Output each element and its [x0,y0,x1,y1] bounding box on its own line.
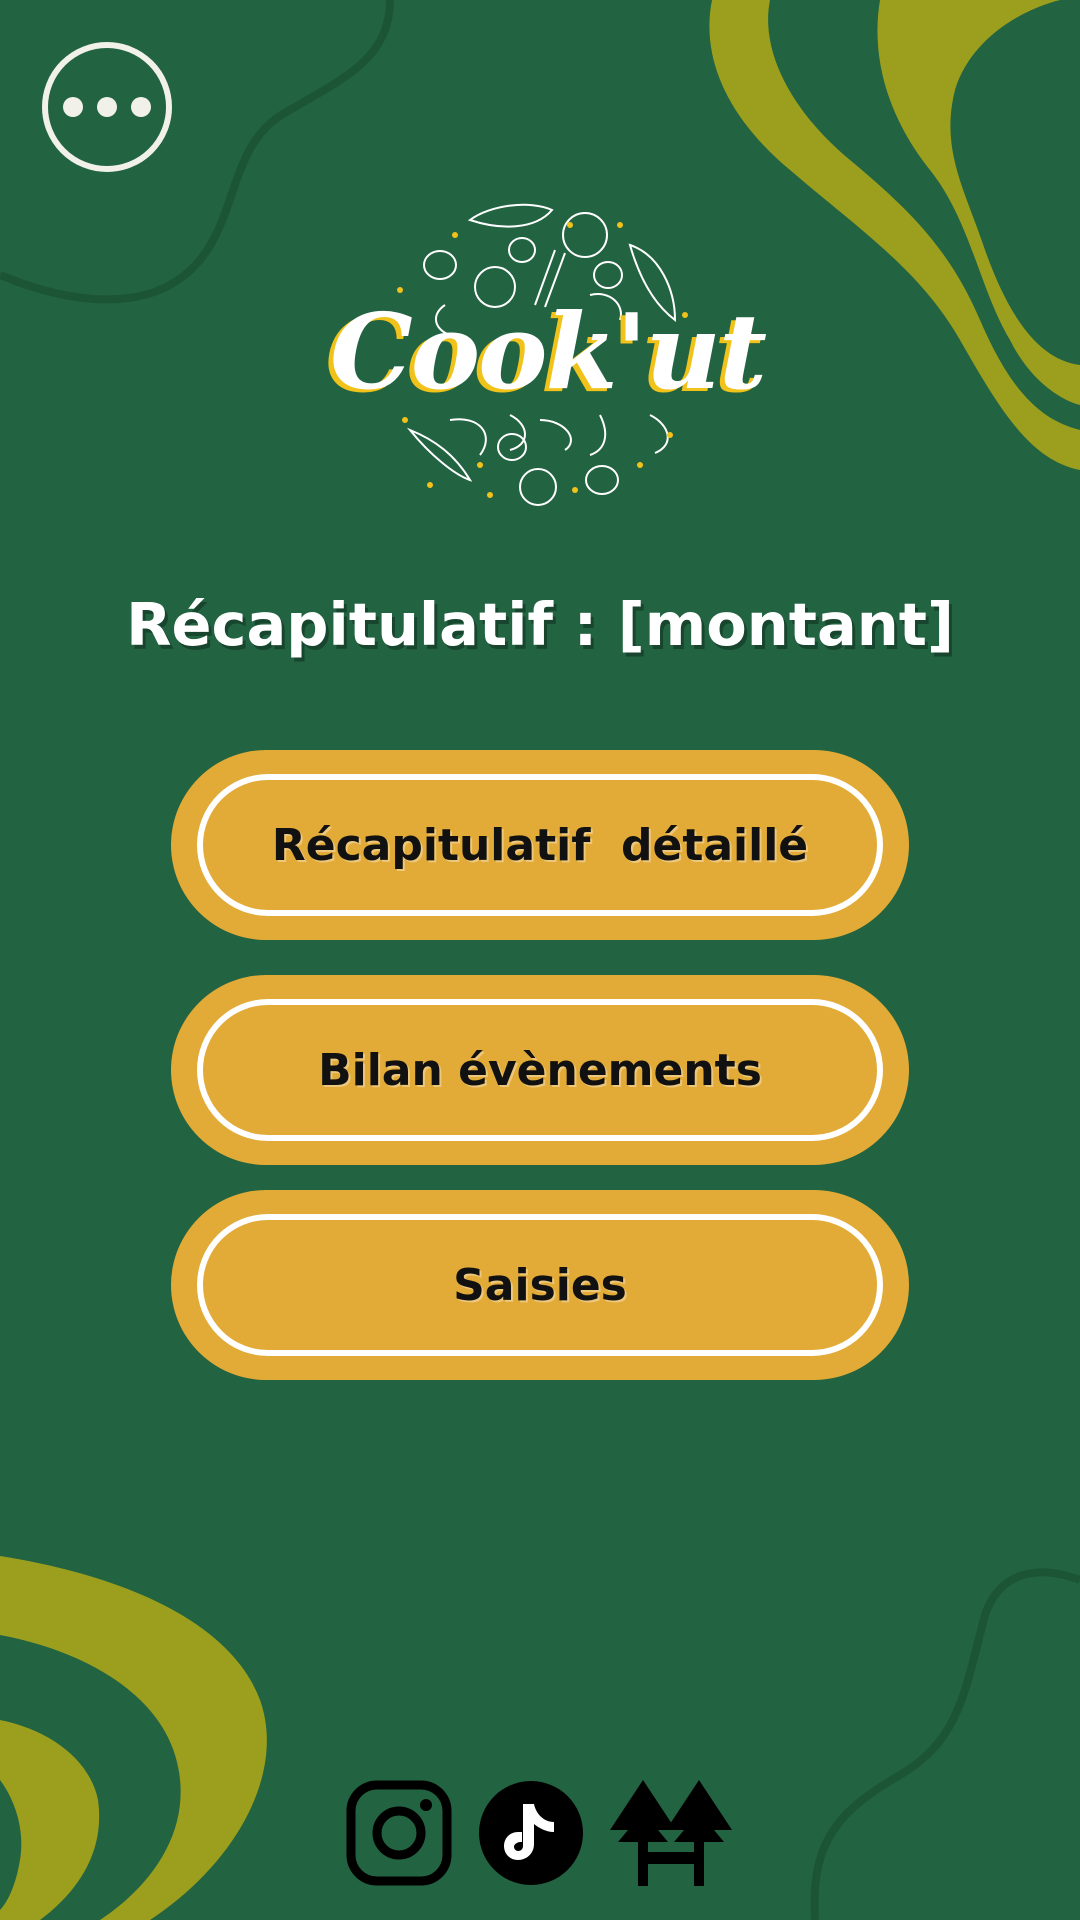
more-horizontal-icon-dot [131,97,151,117]
button-label: Bilan évènements [318,1044,762,1096]
button-frame: Récapitulatif détaillé [197,774,883,916]
entries-button[interactable]: Saisies [171,1190,909,1380]
instagram-icon[interactable] [346,1778,452,1888]
tiktok-icon[interactable] [478,1778,584,1888]
detailed-summary-button[interactable]: Récapitulatif détaillé [171,750,909,940]
button-label: Saisies [453,1259,627,1311]
more-horizontal-icon [63,97,83,117]
app-logo: Cook'ut [330,195,767,515]
button-frame: Saisies [197,1214,883,1356]
summary-title: Récapitulatif : [montant] [126,590,954,659]
events-report-button[interactable]: Bilan évènements [171,975,909,1165]
linktree-icon[interactable] [608,1778,734,1888]
more-horizontal-icon-dot [97,97,117,117]
button-frame: Bilan évènements [197,999,883,1141]
logo-text: Cook'ut [330,290,767,413]
menu-button[interactable] [42,42,172,172]
button-label: Récapitulatif détaillé [271,819,809,871]
